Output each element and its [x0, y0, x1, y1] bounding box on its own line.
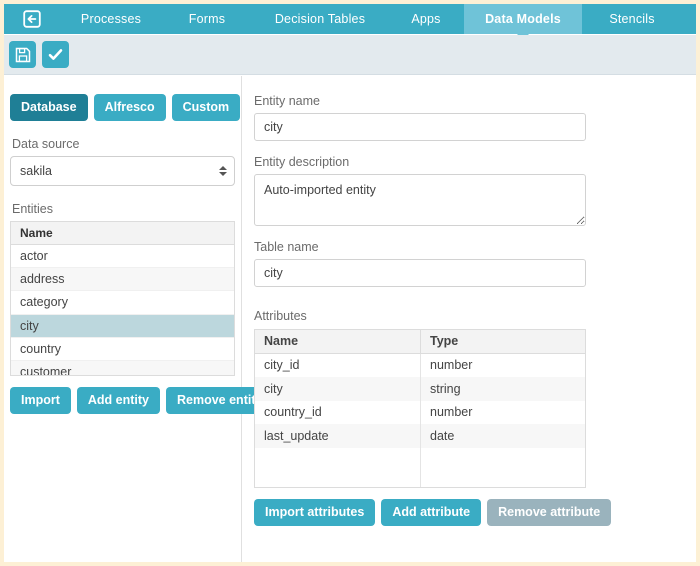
- entity-name-input[interactable]: [254, 113, 586, 141]
- attributes-label: Attributes: [254, 309, 696, 323]
- tab-data-models-label: Data Models: [485, 12, 561, 26]
- data-source-select[interactable]: sakila: [10, 156, 235, 186]
- column-header-name: Name: [255, 330, 421, 353]
- validate-button[interactable]: [42, 41, 69, 68]
- table-empty-space: [255, 448, 585, 487]
- attributes-table: Name Type city_id number city string cou…: [254, 329, 586, 488]
- tab-decision-tables[interactable]: Decision Tables: [252, 4, 388, 34]
- cell-type: number: [421, 354, 585, 378]
- exit-box-icon[interactable]: [4, 4, 60, 34]
- entity-description-label: Entity description: [254, 155, 696, 169]
- cell-name: city_id: [255, 354, 421, 378]
- left-panel: Database Alfresco Custom Data source sak…: [4, 76, 241, 562]
- add-attribute-button[interactable]: Add attribute: [381, 499, 481, 526]
- source-type-buttons: Database Alfresco Custom: [10, 94, 235, 121]
- save-button[interactable]: [9, 41, 36, 68]
- tab-forms-label: Forms: [189, 12, 225, 26]
- tab-processes-label: Processes: [81, 12, 141, 26]
- source-button-alfresco[interactable]: Alfresco: [94, 94, 166, 121]
- entities-list[interactable]: Name actor address category city country…: [10, 221, 235, 376]
- table-row[interactable]: city_id number: [255, 354, 585, 378]
- top-navbar: Processes Forms Decision Tables Apps Dat…: [4, 4, 696, 34]
- table-name-label: Table name: [254, 240, 696, 254]
- attribute-action-buttons: Import attributes Add attribute Remove a…: [254, 499, 696, 526]
- entity-name-label: Entity name: [254, 94, 696, 108]
- cell-type: date: [421, 424, 585, 448]
- cell-name: city: [255, 377, 421, 401]
- nav-tab-list: Processes Forms Decision Tables Apps Dat…: [60, 4, 696, 34]
- table-row[interactable]: city string: [255, 377, 585, 401]
- list-item[interactable]: country: [11, 338, 234, 361]
- tab-decision-tables-label: Decision Tables: [275, 12, 365, 26]
- entity-description-textarea[interactable]: Auto-imported entity: [254, 174, 586, 226]
- entities-column-header: Name: [11, 222, 234, 245]
- table-row[interactable]: last_update date: [255, 424, 585, 448]
- tab-processes[interactable]: Processes: [60, 4, 162, 34]
- editor-toolbar: [4, 35, 696, 75]
- list-item[interactable]: category: [11, 291, 234, 314]
- list-item-selected[interactable]: city: [11, 315, 234, 338]
- list-item[interactable]: actor: [11, 245, 234, 268]
- table-name-input[interactable]: [254, 259, 586, 287]
- cell-name: last_update: [255, 424, 421, 448]
- table-header-row: Name Type: [255, 330, 585, 354]
- tab-apps-label: Apps: [411, 12, 440, 26]
- entity-action-buttons: Import Add entity Remove entity: [10, 387, 235, 414]
- app-window: Processes Forms Decision Tables Apps Dat…: [0, 0, 700, 566]
- editor-content: Database Alfresco Custom Data source sak…: [4, 76, 696, 562]
- column-header-type: Type: [421, 330, 585, 353]
- right-panel: Entity name Entity description Auto-impo…: [242, 76, 696, 562]
- table-row[interactable]: country_id number: [255, 401, 585, 425]
- tab-apps[interactable]: Apps: [388, 4, 464, 34]
- source-button-custom[interactable]: Custom: [172, 94, 241, 121]
- cell-type: string: [421, 377, 585, 401]
- add-entity-button[interactable]: Add entity: [77, 387, 160, 414]
- data-source-label: Data source: [10, 137, 235, 151]
- entities-label: Entities: [10, 202, 235, 216]
- import-button[interactable]: Import: [10, 387, 71, 414]
- remove-attribute-button: Remove attribute: [487, 499, 611, 526]
- tab-stencils[interactable]: Stencils: [582, 4, 682, 34]
- list-item[interactable]: customer: [11, 361, 234, 376]
- tab-data-models[interactable]: Data Models: [464, 4, 582, 34]
- list-item[interactable]: address: [11, 268, 234, 291]
- tab-stencils-label: Stencils: [609, 12, 654, 26]
- cell-name: country_id: [255, 401, 421, 425]
- data-source-select-wrap: sakila: [10, 156, 235, 186]
- cell-type: number: [421, 401, 585, 425]
- import-attributes-button[interactable]: Import attributes: [254, 499, 375, 526]
- tab-forms[interactable]: Forms: [162, 4, 252, 34]
- source-button-database[interactable]: Database: [10, 94, 88, 121]
